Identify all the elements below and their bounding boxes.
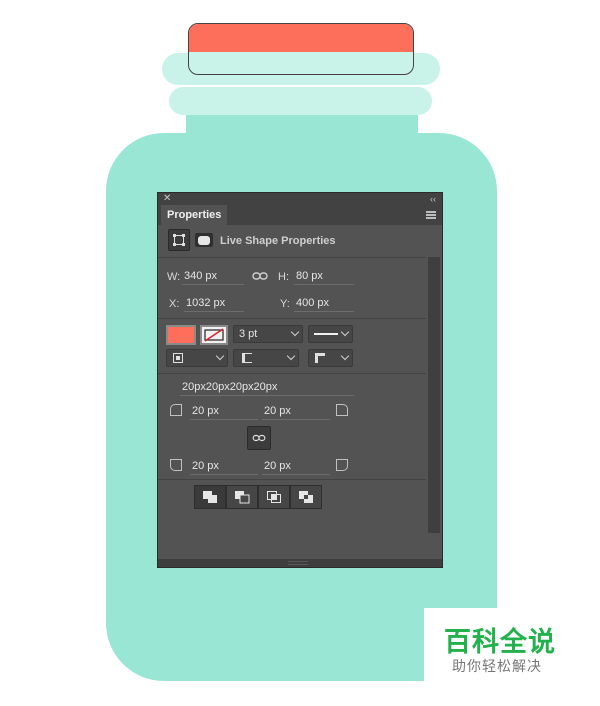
x-label: X: <box>169 298 180 310</box>
corner-top-right-input[interactable]: 20 px <box>262 404 330 420</box>
corner-top-left-input[interactable]: 20 px <box>190 404 258 420</box>
stroke-width-value: 3 pt <box>239 328 258 340</box>
scrollbar[interactable] <box>428 257 440 533</box>
combine-shapes-icon <box>203 491 217 503</box>
corner-bottom-right-icon <box>336 459 348 471</box>
close-icon[interactable]: ✕ <box>163 193 171 205</box>
height-input[interactable]: 80 px <box>294 269 354 285</box>
chevron-down-icon <box>286 351 296 361</box>
chevron-down-icon <box>340 351 350 361</box>
exclude-overlap-button[interactable] <box>290 485 322 509</box>
combine-shapes-button[interactable] <box>194 485 226 509</box>
link-dimensions-icon[interactable] <box>252 269 268 287</box>
divider <box>158 373 426 374</box>
stroke-color-swatch[interactable] <box>200 325 228 345</box>
properties-panel: ✕ ‹‹ Properties Live Shape Properties W:… <box>157 192 443 568</box>
line-join-icon <box>315 353 325 363</box>
height-label: H: <box>278 271 289 283</box>
stroke-caps-dropdown[interactable] <box>233 349 299 367</box>
stroke-width-dropdown[interactable]: 3 pt <box>233 325 303 343</box>
transform-shape-icon[interactable] <box>168 229 190 251</box>
subtract-front-shape-icon <box>235 491 250 504</box>
link-icon <box>252 434 266 442</box>
jar-lid-top <box>189 24 413 52</box>
live-shape-header: Live Shape Properties <box>220 235 336 247</box>
watermark-subtitle: 助你轻松解决 <box>452 658 542 674</box>
exclude-overlap-icon <box>299 491 313 503</box>
chevron-down-icon <box>340 327 350 337</box>
divider <box>158 479 426 480</box>
jar-lid-selected-shape[interactable] <box>188 23 414 75</box>
jar-rim <box>169 87 432 115</box>
watermark-title: 百科全说 <box>444 627 556 657</box>
fill-color-swatch[interactable] <box>166 325 196 345</box>
corner-top-right-icon <box>336 404 348 416</box>
subtract-front-shape-button[interactable] <box>226 485 258 509</box>
corner-top-left-icon <box>170 404 182 416</box>
width-label: W: <box>167 271 181 283</box>
x-input[interactable]: 1032 px <box>184 296 244 312</box>
chevron-down-icon <box>215 351 225 361</box>
solid-line-icon <box>314 333 338 335</box>
link-corners-button[interactable] <box>247 426 271 450</box>
divider <box>158 318 426 319</box>
divider <box>158 257 426 258</box>
intersect-shapes-icon <box>267 491 281 503</box>
y-input[interactable]: 400 px <box>294 296 354 312</box>
corner-bottom-left-input[interactable]: 20 px <box>190 459 258 475</box>
corner-bottom-right-input[interactable]: 20 px <box>262 459 330 475</box>
resize-grip-icon[interactable] <box>288 561 308 565</box>
corner-radius-summary[interactable]: 20px20px20px20px <box>180 380 354 396</box>
panel-menu-icon[interactable] <box>426 211 436 219</box>
mask-icon[interactable] <box>195 233 213 247</box>
chevron-down-icon <box>290 327 300 337</box>
stroke-corners-dropdown[interactable] <box>308 349 353 367</box>
tab-properties[interactable]: Properties <box>161 205 228 225</box>
collapse-icon[interactable]: ‹‹ <box>430 193 436 205</box>
y-label: Y: <box>280 298 290 310</box>
stroke-align-icon <box>173 353 183 363</box>
line-cap-icon <box>242 353 252 363</box>
width-input[interactable]: 340 px <box>182 269 244 285</box>
stroke-type-dropdown[interactable] <box>308 325 353 343</box>
stroke-align-dropdown[interactable] <box>166 349 228 367</box>
corner-bottom-left-icon <box>170 459 182 471</box>
intersect-shapes-button[interactable] <box>258 485 290 509</box>
panel-titlebar[interactable] <box>158 193 442 205</box>
